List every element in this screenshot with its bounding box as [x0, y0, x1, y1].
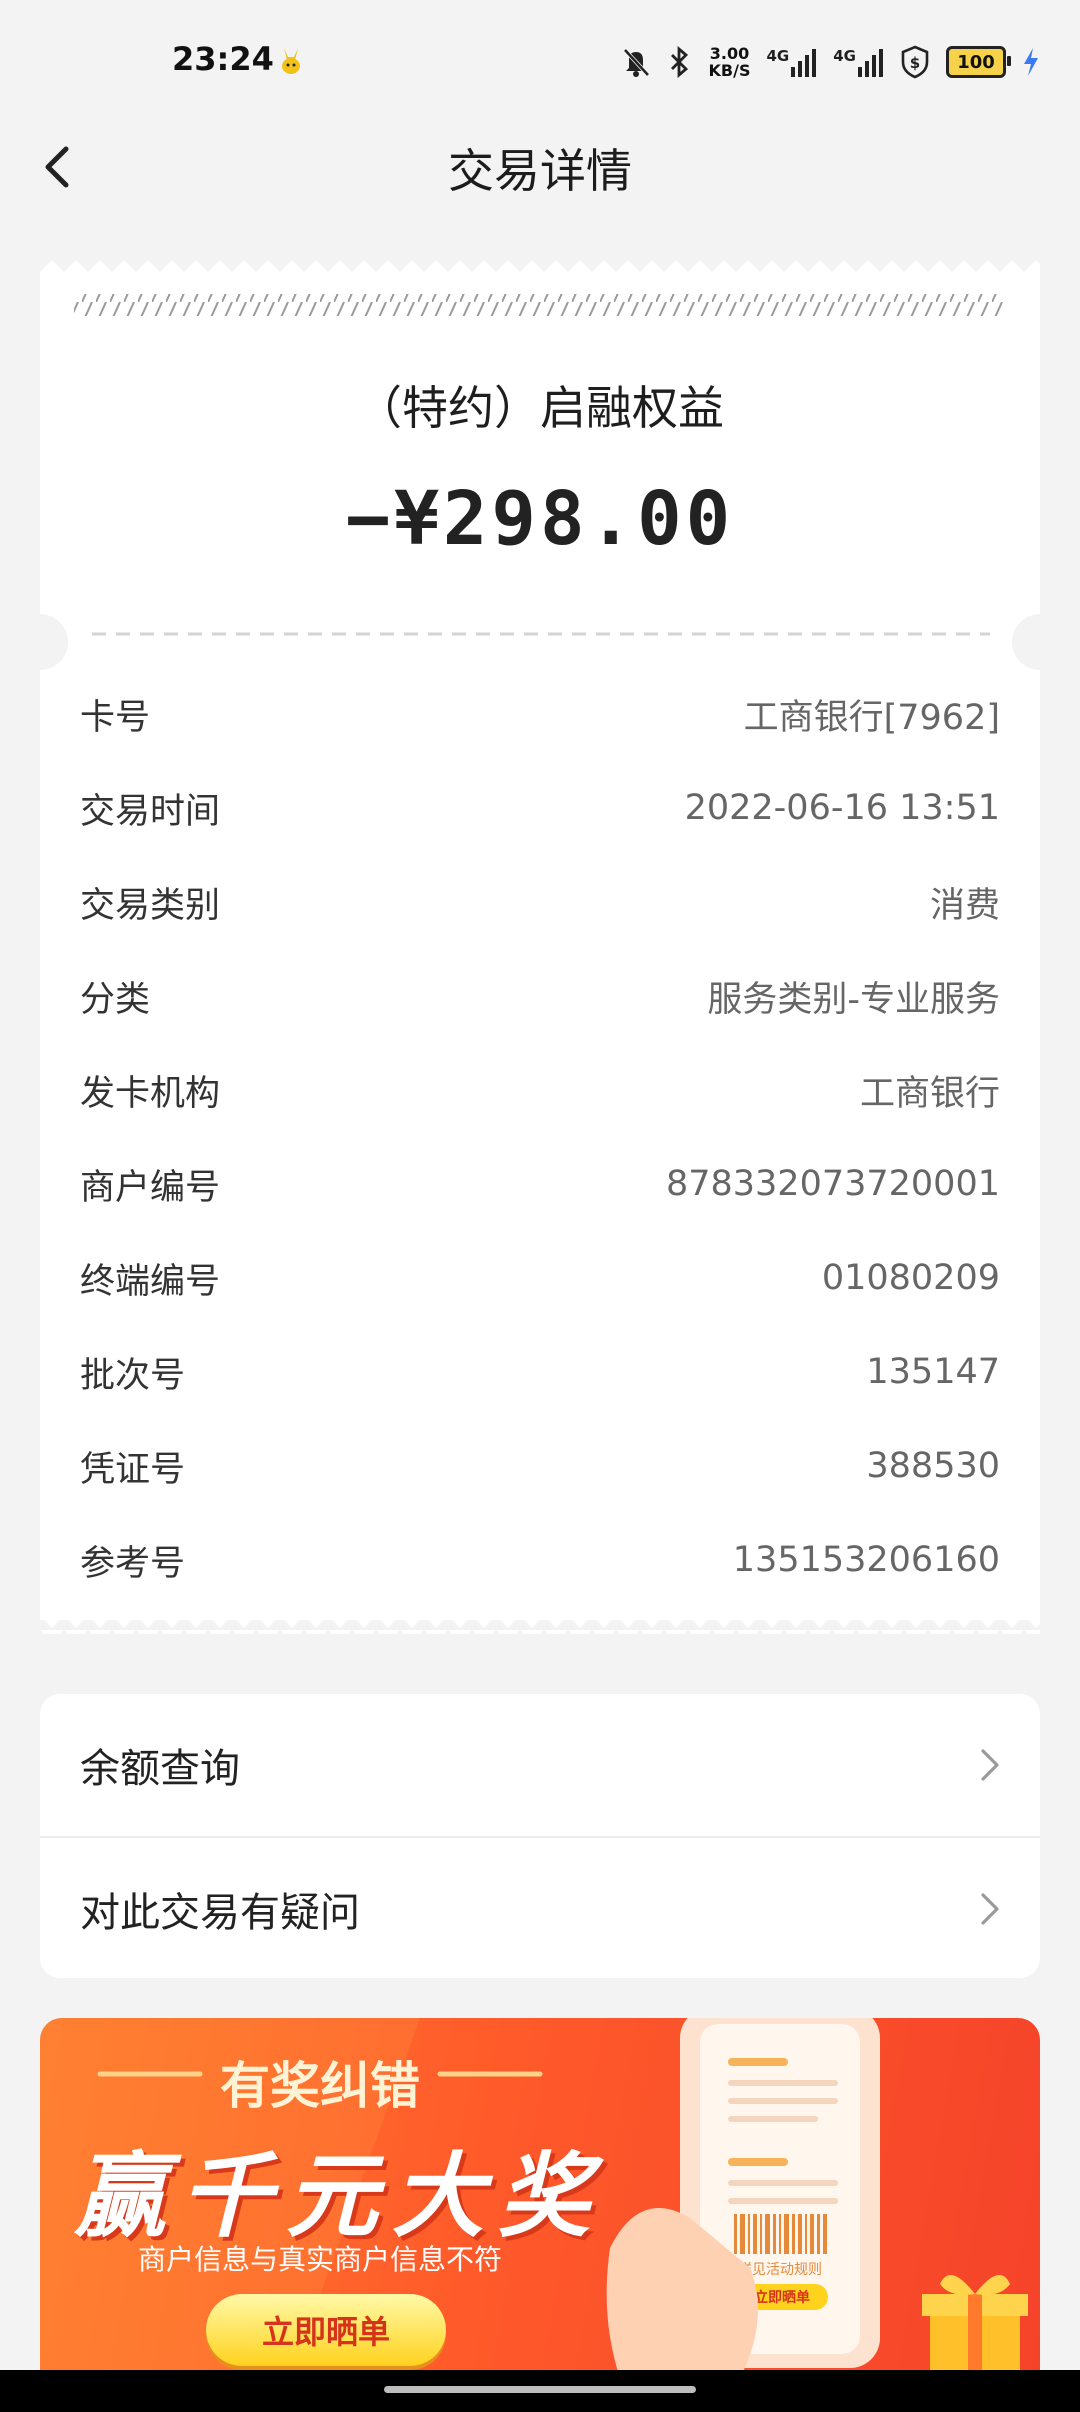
- battery-icon: 100: [946, 46, 1011, 78]
- detail-label: 发卡机构: [80, 1073, 221, 1114]
- status-time: 23:24: [172, 40, 274, 78]
- detail-row-reference: 参考号 135153206160: [80, 1530, 1000, 1590]
- action-label: 对此交易有疑问: [80, 1890, 360, 1936]
- svg-text:$: $: [910, 54, 920, 72]
- detail-row-issuer: 发卡机构 工商银行: [80, 1060, 1000, 1120]
- chevron-right-icon: [981, 1893, 999, 1925]
- detail-label: 商户编号: [80, 1167, 221, 1208]
- merchant-name: （特约）启融权益: [356, 381, 724, 435]
- detail-value: 135147: [866, 1352, 1000, 1392]
- shield-icon: $: [901, 45, 929, 79]
- page-title: 交易详情: [448, 144, 632, 198]
- action-label: 余额查询: [80, 1746, 240, 1792]
- receipt-illustration: 详见活动规则 立即晒单: [606, 2018, 1028, 2378]
- detail-value: 388530: [866, 1446, 1000, 1486]
- signal-icon: [791, 49, 817, 77]
- network-type-2: 4G: [833, 47, 856, 65]
- detail-row-batch: 批次号 135147: [80, 1342, 1000, 1402]
- home-indicator[interactable]: [384, 2386, 696, 2393]
- banner-subtitle: 有奖纠错: [220, 2057, 420, 2115]
- signal-2: 4G: [833, 47, 884, 77]
- detail-row-terminal-id: 终端编号 01080209: [80, 1248, 1000, 1308]
- charging-icon: [1024, 48, 1038, 76]
- status-icons: 3.00 KB/S 4G 4G $ 100: [621, 40, 1040, 84]
- detail-label: 终端编号: [80, 1261, 221, 1302]
- detail-value: 消费: [929, 885, 1000, 926]
- signal-icon: [858, 49, 883, 77]
- detail-label: 分类: [80, 979, 151, 1020]
- promo-banner[interactable]: 有奖纠错 赢千元大奖 商户信息与真实商户信息不符 立即晒单 详见活动规则 立即晒…: [40, 2018, 1040, 2378]
- receipt-card: （特约）启融权益 −¥298.00 卡号 工商银行[7962] 交易时间 202…: [40, 258, 1040, 1638]
- mute-icon: [623, 48, 650, 77]
- detail-value: 135153206160: [732, 1540, 1000, 1580]
- detail-value: 服务类别-专业服务: [707, 979, 1000, 1020]
- share-receipt-button[interactable]: 立即晒单: [206, 2294, 446, 2366]
- detail-value: 工商银行: [859, 1073, 1000, 1114]
- network-speed: 3.00 KB/S: [709, 45, 751, 79]
- chevron-right-icon: [981, 1749, 999, 1781]
- detail-value: 878332073720001: [665, 1164, 1000, 1204]
- rabbit-app-icon: [282, 48, 300, 74]
- status-bar: 23:24 3.00 KB/S 4G 4G $ 100: [0, 0, 1080, 120]
- detail-value: 2022-06-16 13:51: [684, 788, 1000, 828]
- speed-unit: KB/S: [708, 61, 751, 80]
- detail-row-merchant-id: 商户编号 878332073720001: [80, 1154, 1000, 1214]
- detail-row-voucher: 凭证号 388530: [80, 1436, 1000, 1496]
- signal-1: 4G: [767, 47, 818, 77]
- detail-label: 卡号: [80, 697, 151, 738]
- receipt-background: [40, 258, 1040, 1634]
- detail-label: 参考号: [80, 1543, 186, 1584]
- action-list: 余额查询 对此交易有疑问: [40, 1694, 1040, 1978]
- banner-description: 商户信息与真实商户信息不符: [137, 2243, 502, 2276]
- transaction-question-item[interactable]: 对此交易有疑问: [40, 1838, 1040, 1980]
- detail-value: 01080209: [821, 1258, 1000, 1298]
- detail-label: 批次号: [80, 1355, 186, 1396]
- detail-label: 交易类别: [80, 885, 221, 926]
- art-button-label: 立即晒单: [754, 2289, 810, 2306]
- detail-row-time: 交易时间 2022-06-16 13:51: [80, 778, 1000, 838]
- detail-label: 交易时间: [80, 791, 221, 832]
- detail-row-type: 交易类别 消费: [80, 872, 1000, 932]
- balance-inquiry-item[interactable]: 余额查询: [40, 1694, 1040, 1836]
- network-type-1: 4G: [766, 47, 790, 65]
- banner-headline: 赢千元大奖: [74, 2143, 605, 2250]
- detail-value: 工商银行[7962]: [743, 697, 1000, 738]
- system-nav-bar: [0, 2370, 1080, 2412]
- speed-value: 3.00: [709, 44, 750, 63]
- bluetooth-icon: [670, 46, 688, 78]
- detail-row-category: 分类 服务类别-专业服务: [80, 966, 1000, 1026]
- detail-label: 凭证号: [80, 1449, 186, 1490]
- transaction-amount: −¥298.00: [345, 476, 735, 562]
- detail-row-card-number: 卡号 工商银行[7962]: [80, 684, 1000, 744]
